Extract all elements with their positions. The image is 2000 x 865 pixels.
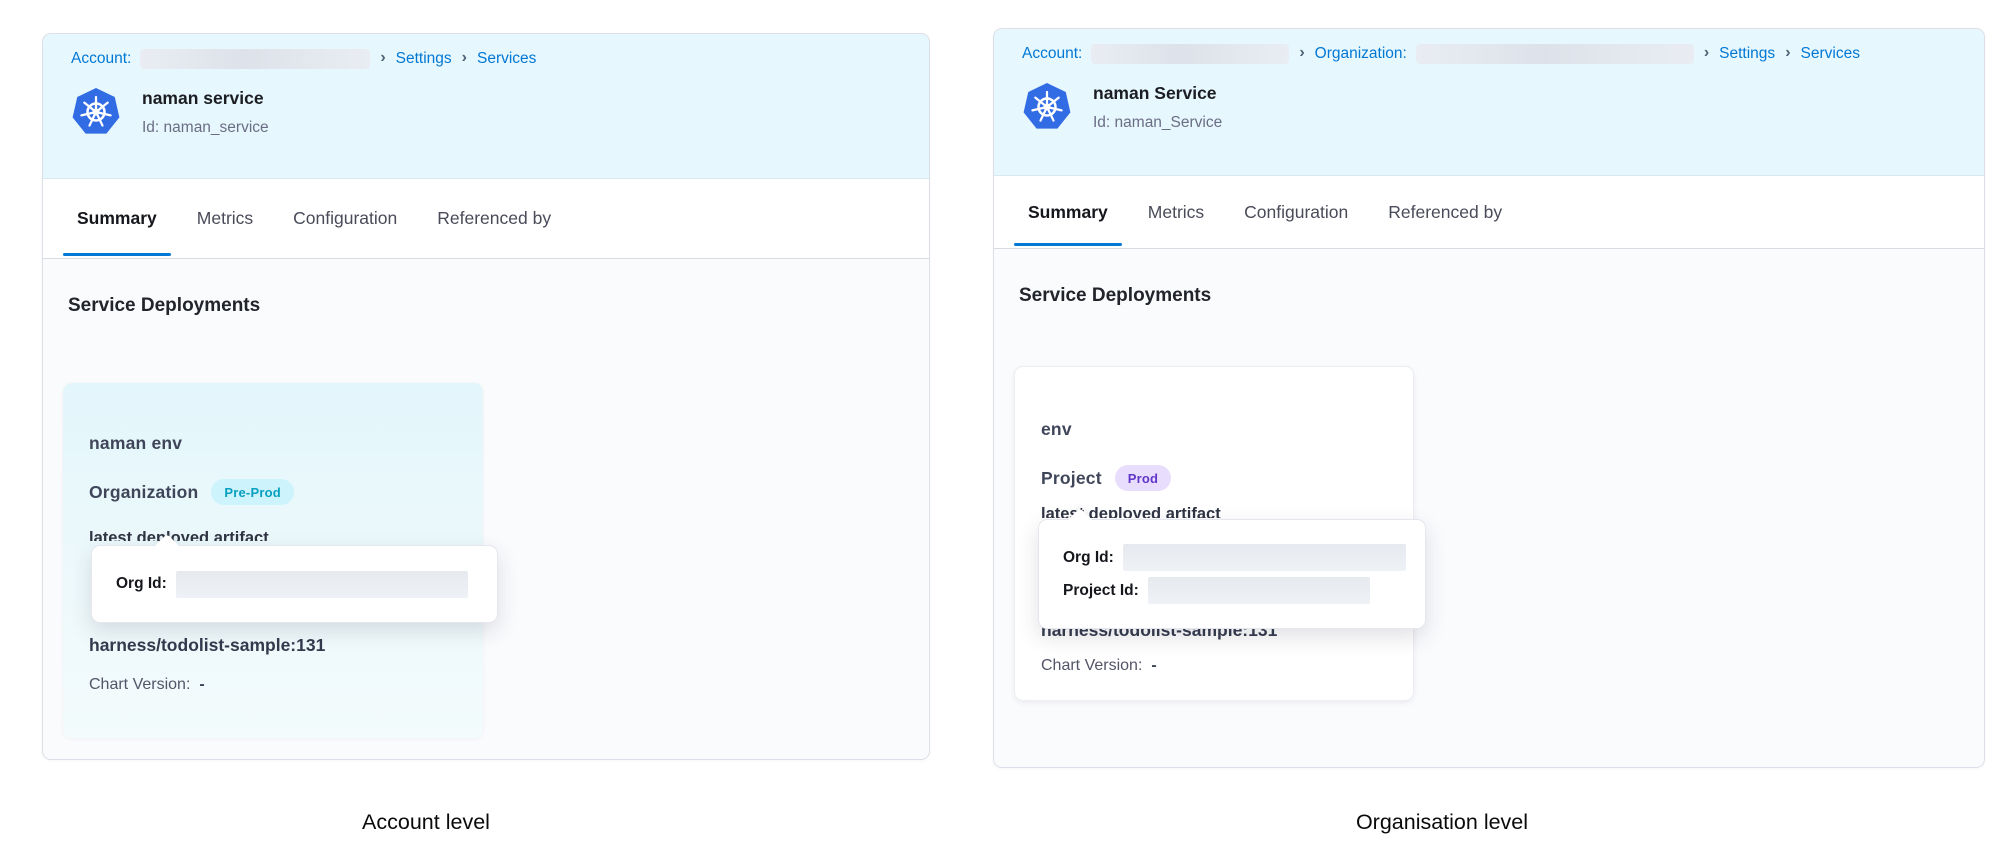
tab-configuration[interactable]: Configuration — [1230, 176, 1362, 248]
chart-version-row: Chart Version:- — [89, 676, 465, 694]
tab-bar: Summary Metrics Configuration Referenced… — [43, 179, 929, 259]
env-type-badge: Prod — [1115, 465, 1171, 491]
service-identity: naman Service Id: naman_Service — [1022, 82, 1956, 132]
project-id-label: Project Id: — [1063, 582, 1139, 600]
redacted-account-name — [140, 49, 370, 69]
redacted-org-id-value — [1123, 544, 1406, 571]
environment-name: env — [1041, 419, 1395, 440]
tab-summary[interactable]: Summary — [1014, 176, 1122, 248]
summary-content: Service Deployments naman env Organizati… — [43, 259, 929, 759]
breadcrumb: Account: › Settings › Services — [71, 47, 901, 71]
tab-referenced-by[interactable]: Referenced by — [1374, 176, 1516, 248]
account-level-panel: Account: › Settings › Services — [42, 33, 930, 760]
chart-version-label: Chart Version: — [89, 676, 190, 693]
breadcrumb-settings-link[interactable]: Settings — [396, 50, 452, 68]
chevron-right-icon: › — [461, 49, 468, 67]
occluded-text-line: latest deployed artifact — [1041, 505, 1395, 518]
tab-metrics[interactable]: Metrics — [1134, 176, 1218, 248]
chevron-right-icon: › — [379, 49, 386, 67]
occluded-text-line: latest deployed artifact — [89, 529, 465, 541]
caption-account-level: Account level — [362, 810, 490, 835]
redacted-org-id-value — [176, 571, 468, 598]
kubernetes-icon — [1022, 82, 1072, 132]
environment-name: naman env — [89, 433, 465, 454]
chart-version-row: Chart Version:- — [1041, 657, 1395, 675]
tab-bar: Summary Metrics Configuration Referenced… — [994, 176, 1984, 249]
redacted-organization-name — [1416, 44, 1694, 64]
chart-version-label: Chart Version: — [1041, 657, 1142, 674]
organisation-level-panel: Account: › Organization: › Settings › Se… — [993, 28, 1985, 768]
breadcrumb-account-link[interactable]: Account: — [1022, 45, 1082, 63]
breadcrumb-organization-link[interactable]: Organization: — [1315, 45, 1407, 63]
comparison-figure: Account: › Settings › Services — [0, 0, 2000, 865]
breadcrumb: Account: › Organization: › Settings › Se… — [1022, 42, 1956, 66]
section-title: Service Deployments — [1019, 285, 1211, 307]
org-id-label: Org Id: — [116, 575, 167, 593]
service-header: Account: › Organization: › Settings › Se… — [994, 29, 1984, 176]
summary-content: Service Deployments env Project Prod lat… — [994, 249, 1984, 767]
service-name: naman service — [142, 88, 269, 109]
service-id: Id: naman_Service — [1093, 114, 1222, 132]
kubernetes-icon — [71, 87, 121, 137]
service-header: Account: › Settings › Services — [43, 34, 929, 179]
tab-referenced-by[interactable]: Referenced by — [423, 179, 565, 258]
chevron-right-icon: › — [1298, 44, 1305, 62]
breadcrumb-services-link[interactable]: Services — [477, 50, 536, 68]
breadcrumb-account-link[interactable]: Account: — [71, 50, 131, 68]
service-identity: naman service Id: naman_service — [71, 87, 901, 137]
chart-version-value: - — [199, 676, 204, 693]
section-title: Service Deployments — [68, 295, 260, 317]
service-id: Id: naman_service — [142, 119, 269, 137]
service-name: naman Service — [1093, 83, 1222, 104]
scope-label: Project — [1041, 468, 1102, 489]
redacted-project-id-value — [1148, 577, 1370, 604]
tab-summary[interactable]: Summary — [63, 179, 171, 258]
org-id-label: Org Id: — [1063, 549, 1114, 567]
chevron-right-icon: › — [1784, 44, 1791, 62]
breadcrumb-services-link[interactable]: Services — [1801, 45, 1860, 63]
tab-metrics[interactable]: Metrics — [183, 179, 267, 258]
scope-id-tooltip: Org Id: Project Id: — [1038, 519, 1426, 629]
env-type-badge: Pre-Prod — [211, 479, 294, 505]
redacted-account-name — [1091, 44, 1289, 64]
breadcrumb-settings-link[interactable]: Settings — [1719, 45, 1775, 63]
scope-id-tooltip: Org Id: — [91, 545, 498, 623]
scope-label: Organization — [89, 482, 198, 503]
tab-configuration[interactable]: Configuration — [279, 179, 411, 258]
caption-organisation-level: Organisation level — [1356, 810, 1528, 835]
artifact-name: harness/todolist-sample:131 — [89, 635, 465, 656]
chart-version-value: - — [1151, 657, 1156, 674]
chevron-right-icon: › — [1703, 44, 1710, 62]
